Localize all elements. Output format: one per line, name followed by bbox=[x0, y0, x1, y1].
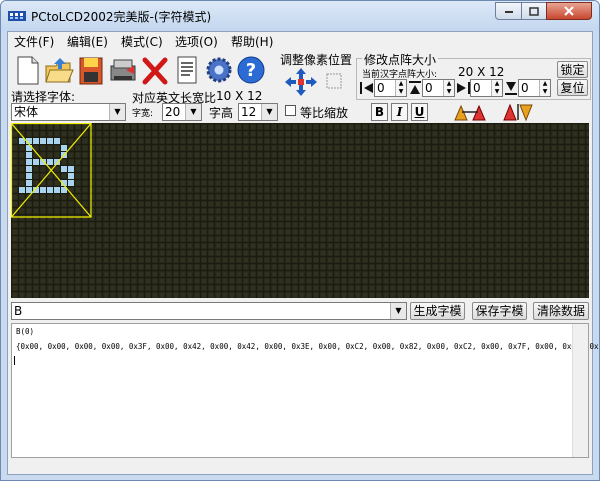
clear-data-button[interactable]: 清除数据 bbox=[533, 302, 589, 320]
lit-pixel bbox=[26, 180, 32, 186]
scale-checkbox[interactable] bbox=[285, 105, 296, 116]
vertical-scrollbar[interactable] bbox=[572, 324, 588, 457]
char-input-combo[interactable]: B ▼ bbox=[11, 302, 407, 320]
lit-pixel bbox=[26, 166, 32, 172]
lit-pixel bbox=[33, 159, 39, 165]
shrink-top-icon bbox=[409, 81, 421, 94]
menu-options[interactable]: 选项(O) bbox=[172, 34, 221, 50]
minimize-button[interactable] bbox=[495, 2, 522, 20]
settings-gear-icon[interactable] bbox=[204, 54, 234, 86]
resize-spinner-left[interactable]: 0 ▲ ▼ bbox=[374, 79, 407, 97]
new-file-icon[interactable] bbox=[12, 54, 42, 86]
horizontal-scrollbar[interactable] bbox=[11, 458, 589, 473]
maximize-button[interactable] bbox=[521, 2, 547, 20]
resize-label: 修改点阵大小 bbox=[362, 51, 439, 68]
app-icon bbox=[8, 11, 26, 21]
window-title: PCtoLCD2002完美版-(字符模式) bbox=[31, 10, 212, 24]
lit-pixel bbox=[54, 187, 60, 193]
app-window: PCtoLCD2002完美版-(字符模式) 文件(F) 编辑(E) 模式(C) … bbox=[0, 0, 600, 481]
spin-updown-icon[interactable]: ▲ ▼ bbox=[395, 80, 406, 96]
char-height-combo[interactable]: 12 ▼ bbox=[238, 103, 278, 121]
open-folder-icon[interactable] bbox=[44, 54, 74, 86]
shrink-right-icon bbox=[457, 82, 470, 94]
menu-bar: 文件(F) 编辑(E) 模式(C) 选项(O) 帮助(H) bbox=[8, 32, 592, 51]
lit-pixel bbox=[26, 159, 32, 165]
flip-horizontal-icon[interactable] bbox=[452, 102, 488, 122]
grid-lines bbox=[11, 123, 589, 298]
title-bar[interactable]: PCtoLCD2002完美版-(字符模式) bbox=[1, 1, 599, 31]
chevron-down-icon[interactable]: ▼ bbox=[261, 104, 277, 120]
lit-pixel bbox=[68, 180, 74, 186]
minimize-icon bbox=[504, 11, 513, 13]
lit-pixel bbox=[47, 159, 53, 165]
generate-button[interactable]: 生成字模 bbox=[410, 302, 465, 320]
eng-ratio-value: 10 X 12 bbox=[216, 89, 263, 103]
maximize-icon bbox=[529, 6, 539, 16]
spin-updown-icon[interactable]: ▲ ▼ bbox=[443, 80, 454, 96]
dot-matrix-canvas[interactable] bbox=[11, 123, 589, 298]
resize-spinner-bottom[interactable]: 0 ▲ ▼ bbox=[518, 79, 551, 97]
chevron-down-icon[interactable]: ▼ bbox=[185, 104, 201, 120]
lit-pixel bbox=[40, 138, 46, 144]
document-icon[interactable] bbox=[172, 54, 202, 86]
menu-file[interactable]: 文件(F) bbox=[11, 34, 57, 50]
current-size-value: 20 X 12 bbox=[458, 65, 505, 79]
lit-pixel bbox=[61, 145, 67, 151]
lit-pixel bbox=[33, 138, 39, 144]
svg-text:?: ? bbox=[246, 60, 256, 81]
lit-pixel bbox=[19, 187, 25, 193]
char-input-value: B bbox=[14, 304, 23, 318]
lit-pixel bbox=[68, 166, 74, 172]
reset-button[interactable]: 复位 bbox=[557, 79, 588, 96]
client-area: 文件(F) 编辑(E) 模式(C) 选项(O) 帮助(H) ? 请选择字体: 对… bbox=[7, 31, 599, 475]
chevron-down-icon[interactable]: ▼ bbox=[390, 303, 406, 319]
lit-pixel bbox=[40, 187, 46, 193]
save-matrix-button[interactable]: 保存字模 bbox=[472, 302, 527, 320]
menu-edit[interactable]: 编辑(E) bbox=[64, 34, 111, 50]
lock-button[interactable]: 锁定 bbox=[557, 61, 588, 78]
generate-icon[interactable] bbox=[108, 54, 138, 86]
delete-icon[interactable] bbox=[140, 54, 170, 86]
close-icon bbox=[564, 6, 574, 16]
lit-pixel bbox=[54, 138, 60, 144]
pixel-grid[interactable] bbox=[11, 123, 589, 298]
output-textarea[interactable]: B(0) {0x00, 0x00, 0x00, 0x00, 0x3F, 0x00… bbox=[11, 323, 599, 458]
save-disk-icon[interactable] bbox=[76, 54, 106, 86]
spin-updown-icon[interactable]: ▲ ▼ bbox=[491, 80, 502, 96]
help-icon[interactable]: ? bbox=[236, 54, 266, 86]
close-button[interactable] bbox=[546, 2, 592, 20]
lit-pixel bbox=[68, 173, 74, 179]
char-width-value: 20 bbox=[165, 105, 181, 119]
resize-spinner-right[interactable]: 0 ▲ ▼ bbox=[470, 79, 503, 97]
flip-vertical-icon[interactable] bbox=[500, 102, 536, 122]
lit-pixel bbox=[61, 166, 67, 172]
char-height-label: 字高 bbox=[209, 106, 234, 120]
menu-mode[interactable]: 模式(C) bbox=[118, 34, 166, 50]
shrink-bottom-icon bbox=[505, 82, 517, 95]
font-name-combo[interactable]: 宋体 ▼ bbox=[11, 103, 126, 121]
menu-help[interactable]: 帮助(H) bbox=[228, 34, 276, 50]
text-cursor bbox=[14, 356, 15, 365]
scale-label: 等比缩放 bbox=[300, 106, 349, 120]
lit-pixel bbox=[26, 173, 32, 179]
underline-button[interactable]: U bbox=[411, 103, 428, 121]
shrink-left-icon bbox=[360, 82, 373, 94]
chevron-down-icon[interactable]: ▼ bbox=[109, 104, 125, 120]
resize-spinner-top[interactable]: 0 ▲ ▼ bbox=[422, 79, 455, 97]
output-line-1: B(0) bbox=[16, 327, 35, 336]
char-height-value: 12 bbox=[241, 105, 257, 119]
lit-pixel bbox=[47, 138, 53, 144]
char-width-label: 字宽: bbox=[132, 109, 154, 119]
pixel-shift-arrows-icon[interactable] bbox=[283, 66, 353, 98]
spin-updown-icon[interactable]: ▲ ▼ bbox=[539, 80, 550, 96]
char-width-combo[interactable]: 20 ▼ bbox=[162, 103, 202, 121]
output-line-2: {0x00, 0x00, 0x00, 0x00, 0x3F, 0x00, 0x4… bbox=[16, 342, 599, 351]
italic-button[interactable]: I bbox=[391, 103, 408, 121]
font-name-value: 宋体 bbox=[14, 105, 39, 119]
lit-pixel bbox=[47, 187, 53, 193]
lit-pixel bbox=[26, 187, 32, 193]
bold-button[interactable]: B bbox=[371, 103, 388, 121]
lit-pixel bbox=[26, 152, 32, 158]
